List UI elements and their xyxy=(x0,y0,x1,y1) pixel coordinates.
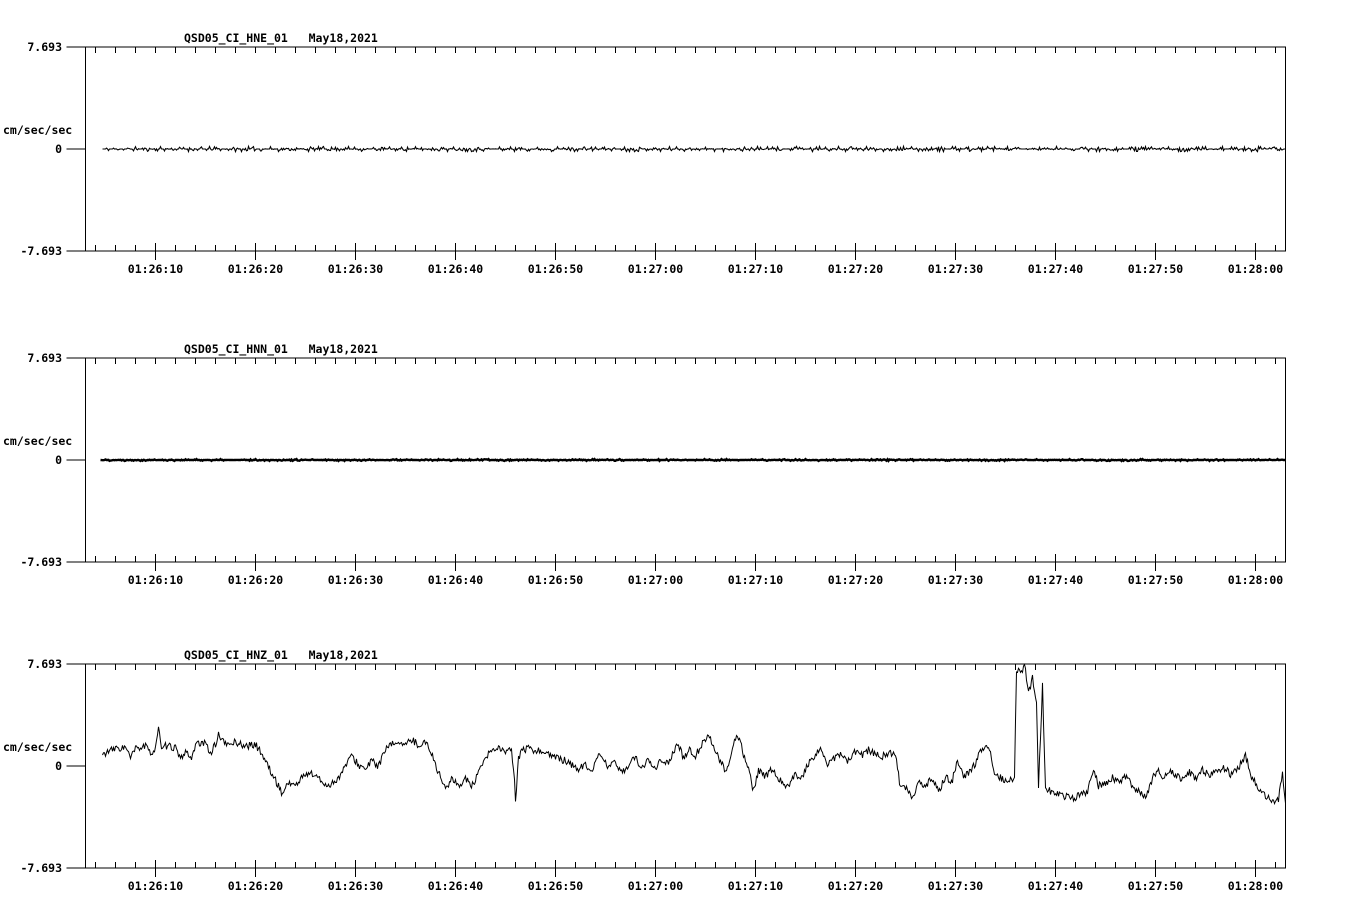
x-tick-label: 01:27:00 xyxy=(627,573,684,587)
x-tick-label: 01:26:40 xyxy=(427,879,484,893)
x-tick-label: 01:26:30 xyxy=(327,262,384,276)
x-tick-label: 01:27:00 xyxy=(627,879,684,893)
x-tick-label: 01:26:20 xyxy=(227,262,284,276)
x-tick-label: 01:27:50 xyxy=(1127,262,1184,276)
x-tick-label: 01:28:00 xyxy=(1227,879,1284,893)
x-tick-label: 01:27:20 xyxy=(827,262,884,276)
x-tick-label: 01:27:10 xyxy=(727,573,784,587)
x-tick-label: 01:26:50 xyxy=(527,879,584,893)
x-tick-label: 01:27:10 xyxy=(727,262,784,276)
x-tick-label: 01:26:40 xyxy=(427,262,484,276)
x-tick-label: 01:27:20 xyxy=(827,879,884,893)
x-tick-label: 01:26:40 xyxy=(427,573,484,587)
x-tick-label: 01:28:00 xyxy=(1227,262,1284,276)
x-tick-label: 01:27:40 xyxy=(1027,879,1084,893)
x-tick-label: 01:27:40 xyxy=(1027,573,1084,587)
x-tick-label: 01:26:50 xyxy=(527,262,584,276)
x-tick-label: 01:27:10 xyxy=(727,879,784,893)
seismogram-screen: QSD05_CI_HNE_01 May18,2021 7.693 cm/sec/… xyxy=(0,0,1358,924)
waveform-plot-hnn xyxy=(66,357,1286,571)
x-tick-label: 01:27:20 xyxy=(827,573,884,587)
x-tick-label: 01:26:10 xyxy=(127,879,184,893)
x-tick-label: 01:26:30 xyxy=(327,879,384,893)
x-tick-label: 01:27:50 xyxy=(1127,879,1184,893)
x-tick-label: 01:26:10 xyxy=(127,573,184,587)
x-tick-label: 01:27:30 xyxy=(927,262,984,276)
x-tick-label: 01:27:30 xyxy=(927,573,984,587)
waveform-plot-hne xyxy=(66,46,1286,260)
x-tick-label: 01:28:00 xyxy=(1227,573,1284,587)
x-tick-label: 01:27:50 xyxy=(1127,573,1184,587)
x-tick-label: 01:27:00 xyxy=(627,262,684,276)
x-tick-label: 01:26:20 xyxy=(227,573,284,587)
x-tick-label: 01:26:30 xyxy=(327,573,384,587)
waveform-plot-hnz xyxy=(66,663,1286,877)
x-tick-label: 01:26:20 xyxy=(227,879,284,893)
x-tick-label: 01:27:30 xyxy=(927,879,984,893)
x-tick-label: 01:27:40 xyxy=(1027,262,1084,276)
x-tick-label: 01:26:10 xyxy=(127,262,184,276)
x-tick-label: 01:26:50 xyxy=(527,573,584,587)
